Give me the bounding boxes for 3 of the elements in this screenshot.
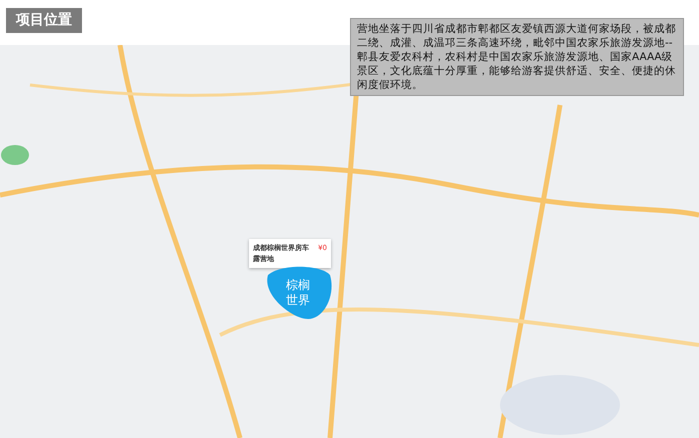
section-title: 项目位置 (6, 8, 82, 33)
description-text: 营地坐落于四川省成都市郫都区友爱镇西源大道何家场段，被成都二绕、成灌、成温邛三条高速环绕，毗邻中国农家乐旅游发源地--郫县友爱农科村，农科村是中国农家乐旅游发源地、国家AAAA级景区，文化底蕴十分厚重，能够给游客提供舒适、安全、便捷的休闲度假环境。 (350, 18, 684, 96)
area-label: 棕榈世界 (284, 278, 311, 308)
